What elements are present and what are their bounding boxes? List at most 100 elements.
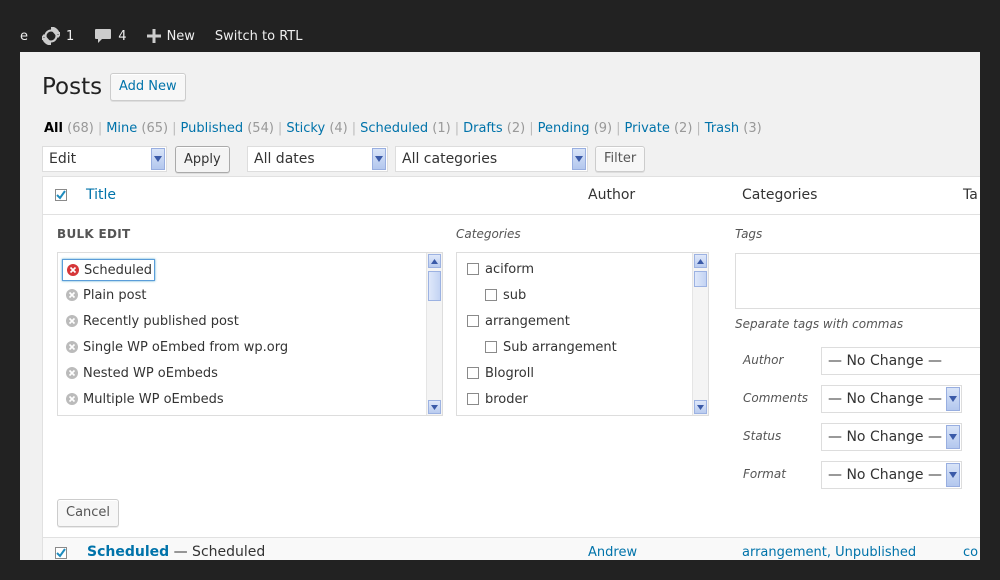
status-select-value: — No Change — — [828, 429, 942, 445]
tags-label: Tags — [735, 227, 763, 241]
category-item[interactable]: broder — [467, 389, 528, 409]
view-link-scheduled[interactable]: Scheduled — [360, 121, 428, 136]
status-field-label: Status — [743, 429, 782, 443]
category-checkbox[interactable] — [467, 367, 479, 379]
row-checkbox[interactable] — [55, 547, 67, 559]
category-item[interactable]: sub — [485, 285, 526, 305]
format-select[interactable]: — No Change — — [821, 461, 962, 489]
select-all-checkbox[interactable] — [55, 189, 67, 201]
chevron-down-icon — [946, 387, 960, 411]
remove-post-icon[interactable] — [67, 264, 79, 276]
bulk-posts-list[interactable]: Scheduled Plain post Recently published po… — [57, 252, 443, 416]
view-separator: | — [172, 121, 177, 136]
view-count: (2) — [506, 121, 526, 136]
category-checkbox[interactable] — [467, 315, 479, 327]
view-separator: | — [277, 121, 283, 136]
status-select[interactable]: — No Change — — [821, 423, 962, 451]
comments-select-value: — No Change — — [828, 391, 942, 407]
new-content-link[interactable]: New — [146, 28, 195, 44]
column-tags: Ta — [963, 187, 978, 203]
scroll-thumb[interactable] — [428, 271, 441, 301]
scroll-down-icon[interactable] — [428, 400, 441, 414]
updates-count: 1 — [66, 28, 75, 44]
new-label: New — [166, 28, 195, 44]
row-title-link[interactable]: Scheduled — [87, 544, 169, 560]
view-count: (9) — [593, 121, 613, 136]
bulk-post-title: Scheduled — [84, 262, 152, 278]
view-link-all[interactable]: All — [44, 121, 63, 136]
bulk-post-item: Recently published post — [66, 311, 239, 331]
date-filter-value: All dates — [254, 151, 315, 167]
bulk-categories-list[interactable]: aciform sub arrangement Sub arrangement Blog… — [456, 252, 709, 416]
chevron-down-icon — [151, 148, 165, 170]
remove-post-icon[interactable] — [66, 393, 78, 405]
tags-textarea[interactable] — [735, 253, 980, 309]
scroll-down-icon[interactable] — [694, 400, 707, 414]
posts-list-scrollbar[interactable] — [426, 253, 442, 415]
author-select-value: — No Change — — [828, 353, 942, 369]
posts-screen: Posts Add New All (68) | Mine (65) | Publish… — [20, 52, 980, 560]
site-name-fragment[interactable]: e — [20, 29, 28, 44]
row-author-link[interactable]: Andrew — [588, 545, 637, 560]
plus-icon — [146, 29, 161, 43]
view-separator: | — [351, 121, 357, 136]
view-link-sticky[interactable]: Sticky — [286, 121, 325, 136]
category-item[interactable]: arrangement — [467, 311, 570, 331]
view-count: (54) — [247, 121, 274, 136]
chevron-down-icon — [946, 425, 960, 449]
view-link-published[interactable]: Published — [181, 121, 244, 136]
author-select[interactable]: — No Change — — [821, 347, 980, 375]
checkmark-icon — [56, 190, 66, 200]
category-label: Sub arrangement — [503, 339, 617, 355]
cancel-button[interactable]: Cancel — [57, 499, 120, 527]
comments-link[interactable]: 4 — [94, 28, 127, 44]
view-link-private[interactable]: Private — [625, 121, 670, 136]
bulk-post-item: Single WP oEmbed from wp.org — [66, 337, 288, 357]
category-filter-select[interactable]: All categories — [395, 146, 588, 172]
categories-list-scrollbar[interactable] — [692, 253, 708, 415]
category-item[interactable]: Blogroll — [467, 363, 534, 383]
bulk-action-select[interactable]: Edit — [42, 146, 167, 172]
category-item[interactable]: aciform — [467, 259, 534, 279]
apply-button[interactable]: Apply — [175, 146, 230, 173]
remove-post-icon[interactable] — [66, 315, 78, 327]
chevron-down-icon — [372, 148, 386, 170]
view-link-drafts[interactable]: Drafts — [463, 121, 503, 136]
posts-table: Title Author Categories Ta BULK EDIT Sch… — [42, 176, 980, 560]
bulk-post-item: Multiple WP oEmbeds — [66, 389, 224, 409]
scroll-up-icon[interactable] — [694, 254, 707, 268]
table-header: Title Author Categories Ta — [43, 177, 980, 215]
row-tags-link[interactable]: co — [963, 545, 978, 560]
category-checkbox[interactable] — [467, 393, 479, 405]
column-title[interactable]: Title — [86, 187, 116, 203]
switch-rtl-link[interactable]: Switch to RTL — [215, 29, 303, 44]
add-new-button[interactable]: Add New — [110, 73, 186, 101]
view-link-mine[interactable]: Mine — [106, 121, 137, 136]
page-title: Posts — [42, 74, 103, 100]
remove-post-icon[interactable] — [66, 367, 78, 379]
view-separator: | — [616, 121, 621, 136]
category-checkbox[interactable] — [485, 341, 497, 353]
scroll-up-icon[interactable] — [428, 254, 441, 268]
category-item[interactable]: Sub arrangement — [485, 337, 617, 357]
updates-link[interactable]: 1 — [42, 27, 74, 45]
bulk-action-value: Edit — [49, 151, 77, 167]
view-link-trash[interactable]: Trash — [705, 121, 739, 136]
view-link-pending[interactable]: Pending — [538, 121, 590, 136]
category-label: arrangement — [485, 313, 570, 329]
view-separator: | — [97, 121, 103, 136]
date-filter-select[interactable]: All dates — [247, 146, 388, 172]
view-count: (3) — [743, 121, 762, 136]
filter-button[interactable]: Filter — [595, 146, 646, 172]
category-checkbox[interactable] — [467, 263, 479, 275]
view-count: (4) — [329, 121, 348, 136]
format-field-label: Format — [743, 467, 786, 481]
bulk-post-item: Scheduled — [62, 259, 155, 281]
comments-select[interactable]: — No Change — — [821, 385, 962, 413]
view-count: (1) — [432, 121, 451, 136]
row-categories-link[interactable]: arrangement, Unpublished — [742, 545, 916, 560]
remove-post-icon[interactable] — [66, 289, 78, 301]
scroll-thumb[interactable] — [694, 271, 707, 287]
remove-post-icon[interactable] — [66, 341, 78, 353]
category-checkbox[interactable] — [485, 289, 497, 301]
